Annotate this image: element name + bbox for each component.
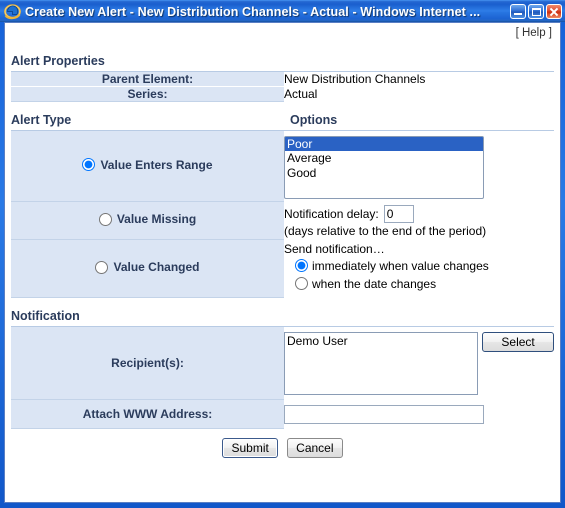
- attach-www-input[interactable]: [284, 404, 484, 424]
- alert-type-table: Value Enters Range Poor Average Good: [11, 131, 554, 298]
- select-recipients-button[interactable]: Select: [482, 332, 554, 352]
- option-item: Good: [285, 166, 483, 180]
- radio-label-value-changed[interactable]: Value Changed: [95, 260, 200, 275]
- alert-form-page: [ Help ] Alert Properties Parent Element…: [5, 23, 560, 502]
- table-row: Value Changed Send notification… immedia…: [11, 239, 554, 298]
- help-row: [ Help ]: [11, 26, 554, 43]
- maximize-button[interactable]: [528, 4, 544, 19]
- submit-button[interactable]: Submit: [222, 438, 278, 458]
- radio-text-value-missing: Value Missing: [116, 212, 197, 227]
- radio-text-value-changed: Value Changed: [113, 260, 200, 275]
- radio-cell-value-enters-range[interactable]: Value Enters Range: [11, 131, 284, 202]
- table-row: Value Enters Range Poor Average Good: [11, 131, 554, 202]
- radio-value-changed[interactable]: [95, 260, 109, 274]
- radio-label-send-immediately[interactable]: immediately when value changes: [284, 257, 554, 275]
- section-heading-notification: Notification: [11, 309, 80, 323]
- radio-text-send-immediately: immediately when value changes: [312, 258, 489, 273]
- options-cell: Poor Average Good: [284, 131, 554, 202]
- close-button[interactable]: [546, 4, 562, 19]
- recipients-row: Demo User Select: [284, 332, 554, 395]
- attach-www-cell: [284, 399, 554, 429]
- radio-send-immediately[interactable]: [295, 259, 308, 272]
- recipients-textarea[interactable]: Demo User: [284, 332, 479, 395]
- parent-element-label: Parent Element:: [11, 72, 284, 87]
- table-row: Parent Element: New Distribution Channel…: [11, 72, 554, 87]
- table-row: Attach WWW Address:: [11, 399, 554, 429]
- radio-text-value-enters-range: Value Enters Range: [100, 157, 213, 172]
- radio-value-missing[interactable]: [98, 212, 112, 226]
- recipients-label: Recipient(s):: [11, 327, 284, 400]
- notification-delay-hint: (days relative to the end of the period): [284, 223, 487, 238]
- section-heading-options: Options: [290, 113, 338, 127]
- alert-properties-table: Parent Element: New Distribution Channel…: [11, 72, 554, 102]
- recipients-cell: Demo User Select: [284, 327, 554, 400]
- attach-www-label: Attach WWW Address:: [11, 399, 284, 429]
- browser-window: Create New Alert - New Distribution Chan…: [0, 0, 565, 508]
- options-listbox[interactable]: Poor Average Good: [284, 136, 484, 199]
- minimize-button[interactable]: [510, 4, 526, 19]
- title-bar: Create New Alert - New Distribution Chan…: [0, 0, 565, 22]
- notification-delay-cell: Notification delay: (days relative to th…: [284, 201, 554, 240]
- send-notification-label: Send notification…: [284, 241, 385, 256]
- notification-delay-row: Notification delay:: [284, 204, 554, 223]
- form-actions: Submit Cancel: [11, 429, 554, 458]
- window-title: Create New Alert - New Distribution Chan…: [25, 4, 481, 19]
- radio-cell-value-missing[interactable]: Value Missing: [11, 201, 284, 240]
- notification-delay-label: Notification delay:: [284, 206, 379, 221]
- window-controls: [510, 4, 562, 19]
- series-label: Series:: [11, 86, 284, 102]
- parent-element-value: New Distribution Channels: [284, 72, 554, 87]
- table-row: Value Missing Notification delay: (days …: [11, 201, 554, 240]
- radio-value-enters-range[interactable]: [82, 158, 96, 172]
- section-heading-alert-properties: Alert Properties: [11, 54, 105, 68]
- browser-client-area: [ Help ] Alert Properties Parent Element…: [4, 22, 561, 503]
- option-item: Average: [285, 151, 483, 165]
- help-link[interactable]: [ Help ]: [516, 27, 552, 39]
- notification-delay-input[interactable]: [383, 204, 414, 223]
- section-heading-alert-type-row: Alert Type Options: [11, 102, 554, 130]
- cancel-button[interactable]: Cancel: [287, 438, 343, 458]
- radio-text-send-on-date-change: when the date changes: [312, 276, 437, 291]
- radio-label-value-enters-range[interactable]: Value Enters Range: [82, 157, 213, 172]
- table-row: Recipient(s): Demo User Select: [11, 327, 554, 400]
- notification-table: Recipient(s): Demo User Select Attach WW…: [11, 327, 554, 429]
- table-row: Series: Actual: [11, 86, 554, 102]
- section-heading-alert-type: Alert Type: [11, 113, 72, 127]
- radio-label-value-missing[interactable]: Value Missing: [98, 212, 197, 227]
- radio-cell-value-changed[interactable]: Value Changed: [11, 239, 284, 298]
- radio-send-on-date-change[interactable]: [295, 277, 308, 290]
- internet-explorer-icon: [4, 3, 21, 20]
- series-value: Actual: [284, 86, 554, 102]
- radio-label-send-on-date-change[interactable]: when the date changes: [284, 275, 554, 293]
- option-item: Poor: [285, 137, 483, 151]
- send-notification-cell: Send notification… immediately when valu…: [284, 239, 554, 298]
